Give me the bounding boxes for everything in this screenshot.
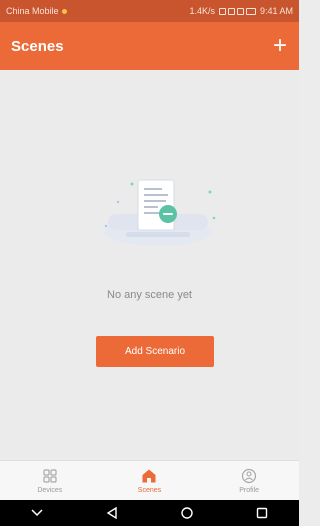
page-title: Scenes xyxy=(11,37,64,55)
plus-icon[interactable]: + xyxy=(273,34,287,58)
signal-icon xyxy=(236,7,244,15)
home-circle-icon[interactable] xyxy=(177,505,197,521)
add-scenario-button[interactable]: Add Scenario xyxy=(96,336,214,367)
app-header: Scenes + xyxy=(0,22,299,70)
back-icon[interactable] xyxy=(102,505,122,521)
chevron-down-icon[interactable] xyxy=(27,505,47,521)
recents-icon[interactable] xyxy=(252,505,272,521)
profile-icon xyxy=(242,468,257,483)
nav-item-devices[interactable]: Devices xyxy=(15,468,85,494)
empty-state-message: No any scene yet xyxy=(107,289,192,301)
wifi-icon xyxy=(227,7,235,15)
bottom-nav: Devices Scenes Profile xyxy=(0,460,299,500)
home-icon xyxy=(142,469,156,482)
status-icons xyxy=(218,7,256,15)
status-right: 1.4K/s 9:41 AM xyxy=(189,6,293,16)
nav-label-devices: Devices xyxy=(37,486,63,494)
network-speed: 1.4K/s xyxy=(189,6,215,16)
battery-icon xyxy=(245,7,256,15)
nav-item-profile[interactable]: Profile xyxy=(214,468,284,494)
document-illustration xyxy=(104,179,216,246)
nav-item-scenes[interactable]: Scenes xyxy=(114,468,184,494)
status-left: China Mobile xyxy=(6,6,67,16)
grid-icon xyxy=(43,468,57,483)
sim-icon xyxy=(218,7,226,15)
empty-state-area: No any scene yet Add Scenario xyxy=(0,70,299,460)
system-nav-bar xyxy=(0,500,299,526)
nav-label-scenes: Scenes xyxy=(137,486,162,494)
carrier-label: China Mobile xyxy=(6,6,59,16)
notification-dot-icon xyxy=(61,8,67,14)
nav-label-profile: Profile xyxy=(239,486,260,494)
status-time: 9:41 AM xyxy=(259,6,293,16)
status-bar: China Mobile 1.4K/s 9:41 AM xyxy=(0,0,299,22)
